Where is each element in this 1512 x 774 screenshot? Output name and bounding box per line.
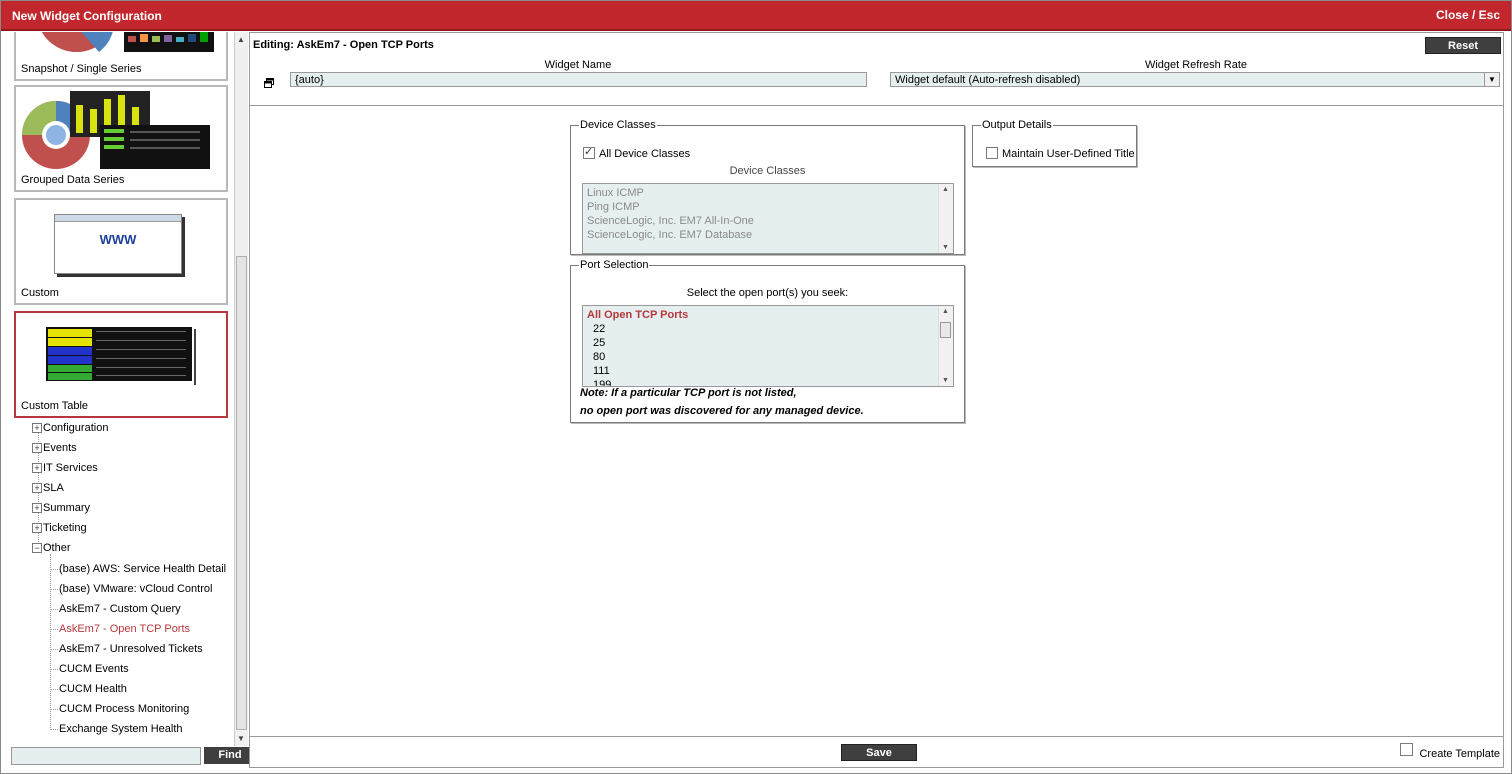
tree-item[interactable]: AskEm7 - Unresolved Tickets [51,641,203,657]
tree-folder-sla[interactable]: + SLA [32,480,64,496]
window-restore-icon[interactable] [264,78,274,88]
table-thumbnail [46,327,196,385]
port-option[interactable]: 25 [583,336,953,350]
dropdown-arrow-icon[interactable]: ▼ [1484,73,1499,86]
device-class-option[interactable]: ScienceLogic, Inc. EM7 All-In-One [583,214,953,228]
gallery-card-label: Snapshot / Single Series [21,63,142,75]
gallery-card-label: Grouped Data Series [21,174,125,186]
output-details-group: Output Details Maintain User-Defined Tit… [972,119,1137,167]
port-prompt: Select the open port(s) you seek: [686,287,849,299]
reset-button[interactable]: Reset [1425,37,1501,54]
create-template-checkbox[interactable] [1400,743,1414,756]
device-class-option[interactable]: ScienceLogic, Inc. EM7 Database [583,228,953,242]
gallery-card-label: Custom [21,287,59,299]
gallery-card-snapshot[interactable]: Snapshot / Single Series [14,32,228,81]
scrollbar-thumb[interactable] [236,256,247,730]
port-selection-legend: Port Selection [580,259,649,271]
footer-divider [250,736,1503,737]
tree-item[interactable]: CUCM Process Monitoring [50,701,189,717]
tree-folder-other[interactable]: − Other [32,540,71,556]
expand-icon[interactable]: + [32,483,42,493]
save-button[interactable]: Save [841,744,917,761]
tree-folder-configuration[interactable]: + Configuration [32,420,108,436]
gallery-card-grouped[interactable]: Grouped Data Series [14,85,228,192]
tree-item[interactable]: Exchange System Health [51,721,183,737]
gallery-scrollbar[interactable]: ▲ ▼ [234,32,248,746]
grouped-chart-thumbnail [22,91,210,169]
tree-folder-events[interactable]: + Events [32,440,77,456]
output-details-legend: Output Details [982,119,1052,131]
scroll-up-icon[interactable]: ▲ [942,308,949,315]
create-template-label: Create Template [1419,748,1500,760]
tree-item[interactable]: AskEm7 - Custom Query [51,601,181,617]
collapse-icon[interactable]: − [32,543,42,553]
snapshot-chart-thumbnail [41,32,214,52]
scroll-up-icon[interactable]: ▲ [237,35,245,44]
gallery-card-custom-table[interactable]: Custom Table [14,311,228,418]
expand-icon[interactable]: + [32,443,42,453]
maintain-title-label: Maintain User-Defined Title [1002,148,1135,160]
port-option[interactable]: 22 [583,322,953,336]
maintain-title-checkbox[interactable] [986,147,998,159]
device-classes-listbox[interactable]: Linux ICMP Ping ICMP ScienceLogic, Inc. … [582,183,954,254]
port-selection-group: Port Selection Select the open port(s) y… [570,259,965,423]
widget-name-label: Widget Name [544,59,612,71]
tree-item[interactable]: CUCM Health [51,681,127,697]
device-class-option[interactable]: Ping ICMP [583,200,953,214]
maintain-title-option[interactable]: Maintain User-Defined Title [986,147,1135,160]
widget-gallery: Snapshot / Single Series Grouped Data Se… [9,32,233,746]
expand-icon[interactable]: + [32,503,42,513]
gallery-card-label: Custom Table [21,400,89,412]
port-listbox[interactable]: All Open TCP Ports 22 25 80 111 199 ▲ ▼ [582,305,954,387]
tree-item[interactable]: (base) VMware: vCloud Control [50,581,212,597]
scroll-down-icon[interactable]: ▼ [942,377,949,384]
device-class-option[interactable]: Linux ICMP [583,186,953,200]
browser-thumbnail: WWW [54,214,182,274]
close-button[interactable]: Close / Esc [1436,8,1500,22]
widget-name-input[interactable]: {auto} [290,72,867,87]
editor-title: Editing: AskEm7 - Open TCP Ports [253,39,434,51]
device-classes-list-label: Device Classes [729,165,806,177]
port-option[interactable]: 199 [583,378,953,386]
www-thumb-text: WWW [99,232,137,247]
scroll-up-icon[interactable]: ▲ [942,186,949,193]
refresh-rate-value: Widget default (Auto-refresh disabled) [895,74,1081,86]
listbox-scrollbar[interactable]: ▲ ▼ [938,184,953,253]
port-note-line1: Note: If a particular TCP port is not li… [580,387,797,399]
tree-item[interactable]: (base) AWS: Service Health Detail [50,561,226,577]
scroll-down-icon[interactable]: ▼ [237,734,245,743]
tree-folder-summary[interactable]: + Summary [32,500,90,516]
tree-item[interactable]: CUCM Events [51,661,129,677]
refresh-rate-select[interactable]: Widget default (Auto-refresh disabled) ▼ [890,72,1500,87]
listbox-scrollbar[interactable]: ▲ ▼ [938,306,953,386]
port-option[interactable]: 80 [583,350,953,364]
create-template-option[interactable]: Create Template [1400,743,1500,760]
title-bar: New Widget Configuration Close / Esc [1,1,1511,31]
tree-item-active[interactable]: AskEm7 - Open TCP Ports [50,621,190,637]
window-title: New Widget Configuration [12,9,162,23]
all-device-classes-checkbox[interactable] [583,145,595,159]
find-input[interactable] [11,747,201,765]
device-classes-group: Device Classes All Device Classes Device… [570,119,965,255]
all-device-classes-label: All Device Classes [599,148,691,160]
editor-panel: Editing: AskEm7 - Open TCP Ports Reset W… [249,32,1504,768]
expand-icon[interactable]: + [32,523,42,533]
refresh-rate-label: Widget Refresh Rate [1144,59,1248,71]
port-note-line2: no open port was discovered for any mana… [580,405,864,417]
all-device-classes-option[interactable]: All Device Classes [583,145,691,160]
expand-icon[interactable]: + [32,463,42,473]
port-option-all[interactable]: All Open TCP Ports [583,308,953,322]
dialog-window: New Widget Configuration Close / Esc Sna… [0,0,1512,774]
expand-icon[interactable]: + [32,423,42,433]
port-option[interactable]: 111 [583,364,953,378]
header-divider [250,105,1503,106]
device-classes-legend: Device Classes [580,119,656,131]
tree-folder-ticketing[interactable]: + Ticketing [32,520,87,536]
scrollbar-thumb[interactable] [940,322,951,338]
tree-folder-it-services[interactable]: + IT Services [32,460,98,476]
gallery-card-custom[interactable]: WWW Custom [14,198,228,305]
scroll-down-icon[interactable]: ▼ [942,244,949,251]
tree-connector [50,554,51,730]
